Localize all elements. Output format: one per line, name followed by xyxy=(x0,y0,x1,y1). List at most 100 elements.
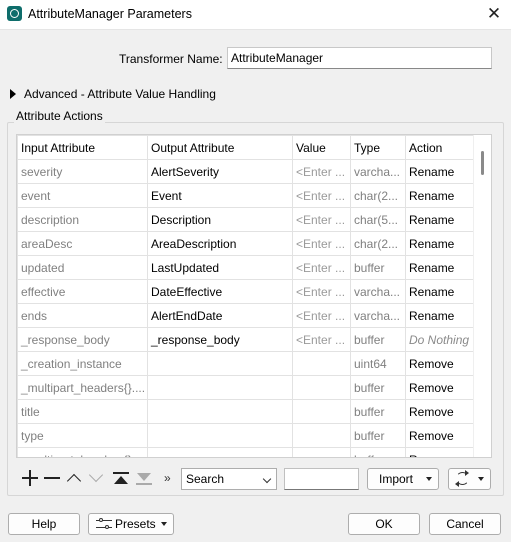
type-cell[interactable]: varcha... xyxy=(350,303,406,328)
value-cell[interactable]: <Enter ... xyxy=(292,279,351,304)
output-attribute-cell[interactable] xyxy=(147,399,293,424)
output-attribute-cell[interactable] xyxy=(147,447,293,457)
output-attribute-cell[interactable]: LastUpdated xyxy=(147,255,293,280)
type-cell[interactable]: char(5... xyxy=(350,207,406,232)
value-cell[interactable]: <Enter ... xyxy=(292,207,351,232)
search-input[interactable] xyxy=(284,468,359,490)
action-cell[interactable]: Rename xyxy=(405,303,476,328)
table-row[interactable]: severity AlertSeverity <Enter ... varcha...… xyxy=(17,159,476,184)
table-row[interactable]: updated LastUpdated <Enter ... buffer Rename xyxy=(17,255,476,280)
input-attribute-cell[interactable]: areaDesc xyxy=(17,231,148,256)
table-row[interactable]: _multipart_headers{}.... bufferRemove xyxy=(17,447,476,457)
move-to-top-icon[interactable] xyxy=(112,469,130,487)
import-button[interactable]: Import xyxy=(367,468,439,490)
table-row[interactable]: _creation_instance uint64 Remove xyxy=(17,351,476,376)
move-up-icon[interactable] xyxy=(66,469,84,489)
value-cell[interactable] xyxy=(292,399,351,424)
input-attribute-cell[interactable]: updated xyxy=(17,255,148,280)
move-down-icon[interactable] xyxy=(88,467,106,487)
table-row[interactable]: effective DateEffective <Enter ... varcha..… xyxy=(17,279,476,304)
add-icon[interactable] xyxy=(21,469,39,487)
value-cell[interactable]: <Enter ... xyxy=(292,159,351,184)
transformer-name-input[interactable] xyxy=(227,47,492,69)
table-row[interactable]: ends AlertEndDate <Enter ... varcha... Renam… xyxy=(17,303,476,328)
type-cell[interactable]: varcha... xyxy=(350,159,406,184)
input-attribute-cell[interactable]: _multipart_headers{}.... xyxy=(17,447,148,457)
table-row[interactable]: areaDesc AreaDescription <Enter ... char(2.… xyxy=(17,231,476,256)
table-row[interactable]: event Event <Enter ... char(2... Rename xyxy=(17,183,476,208)
help-button[interactable]: Help xyxy=(8,513,80,535)
output-attribute-cell[interactable] xyxy=(147,375,293,400)
value-cell[interactable] xyxy=(292,375,351,400)
value-cell[interactable] xyxy=(292,447,351,457)
type-cell[interactable]: uint64 xyxy=(350,351,406,376)
output-attribute-cell[interactable]: Event xyxy=(147,183,293,208)
input-attribute-cell[interactable]: _multipart_headers{}.... xyxy=(17,375,148,400)
output-attribute-cell[interactable]: AlertEndDate xyxy=(147,303,293,328)
action-cell[interactable]: Remove xyxy=(405,351,476,376)
table-row[interactable]: _response_body _response_body <Enter ... bu… xyxy=(17,327,476,352)
scrollbar-thumb[interactable] xyxy=(481,151,484,175)
value-cell[interactable] xyxy=(292,423,351,448)
action-cell[interactable]: Remove xyxy=(405,399,476,424)
type-cell[interactable]: buffer xyxy=(350,423,406,448)
value-cell[interactable]: <Enter ... xyxy=(292,183,351,208)
input-attribute-cell[interactable]: _creation_instance xyxy=(17,351,148,376)
action-cell[interactable]: Rename xyxy=(405,279,476,304)
output-attribute-cell[interactable]: AlertSeverity xyxy=(147,159,293,184)
input-attribute-cell[interactable]: title xyxy=(17,399,148,424)
type-cell[interactable]: buffer xyxy=(350,375,406,400)
action-cell[interactable]: Remove xyxy=(405,423,476,448)
search-column-select[interactable]: Search xyxy=(181,468,277,490)
type-cell[interactable]: varcha... xyxy=(350,279,406,304)
input-attribute-cell[interactable]: severity xyxy=(17,159,148,184)
input-attribute-cell[interactable]: ends xyxy=(17,303,148,328)
table-row[interactable]: description Description <Enter ... char(5..… xyxy=(17,207,476,232)
type-cell[interactable]: buffer xyxy=(350,327,406,352)
type-cell[interactable]: char(2... xyxy=(350,231,406,256)
action-cell[interactable]: Do Nothing xyxy=(405,327,476,352)
column-header-action[interactable]: Action xyxy=(405,135,476,160)
value-cell[interactable]: <Enter ... xyxy=(292,255,351,280)
action-cell[interactable]: Rename xyxy=(405,231,476,256)
presets-button[interactable]: Presets xyxy=(88,513,174,535)
ok-button[interactable]: OK xyxy=(348,513,420,535)
output-attribute-cell[interactable]: DateEffective xyxy=(147,279,293,304)
output-attribute-cell[interactable]: _response_body xyxy=(147,327,293,352)
type-cell[interactable]: char(2... xyxy=(350,183,406,208)
cancel-button[interactable]: Cancel xyxy=(429,513,501,535)
remove-icon[interactable] xyxy=(43,469,61,487)
action-cell[interactable]: Remove xyxy=(405,375,476,400)
action-cell[interactable]: Remove xyxy=(405,447,476,457)
value-cell[interactable]: <Enter ... xyxy=(292,231,351,256)
action-cell[interactable]: Rename xyxy=(405,159,476,184)
move-to-bottom-icon[interactable] xyxy=(135,469,153,487)
input-attribute-cell[interactable]: description xyxy=(17,207,148,232)
sync-attributes-button[interactable] xyxy=(448,468,491,490)
type-cell[interactable]: buffer xyxy=(350,255,406,280)
close-icon[interactable]: ✕ xyxy=(477,0,511,29)
toolbar-overflow-icon[interactable]: » xyxy=(164,469,176,487)
input-attribute-cell[interactable]: effective xyxy=(17,279,148,304)
table-row[interactable]: type buffer Remove xyxy=(17,423,476,448)
input-attribute-cell[interactable]: event xyxy=(17,183,148,208)
column-header-input[interactable]: Input Attribute xyxy=(17,135,148,160)
type-cell[interactable]: buffer xyxy=(350,447,406,457)
column-header-value[interactable]: Value xyxy=(292,135,351,160)
column-header-type[interactable]: Type xyxy=(350,135,406,160)
input-attribute-cell[interactable]: _response_body xyxy=(17,327,148,352)
action-cell[interactable]: Rename xyxy=(405,207,476,232)
value-cell[interactable]: <Enter ... xyxy=(292,327,351,352)
action-cell[interactable]: Rename xyxy=(405,255,476,280)
table-row[interactable]: title buffer Remove xyxy=(17,399,476,424)
output-attribute-cell[interactable] xyxy=(147,351,293,376)
action-cell[interactable]: Rename xyxy=(405,183,476,208)
output-attribute-cell[interactable]: Description xyxy=(147,207,293,232)
output-attribute-cell[interactable] xyxy=(147,423,293,448)
vertical-scrollbar[interactable] xyxy=(473,135,491,457)
value-cell[interactable]: <Enter ... xyxy=(292,303,351,328)
column-header-output[interactable]: Output Attribute xyxy=(147,135,293,160)
type-cell[interactable]: buffer xyxy=(350,399,406,424)
input-attribute-cell[interactable]: type xyxy=(17,423,148,448)
value-cell[interactable] xyxy=(292,351,351,376)
